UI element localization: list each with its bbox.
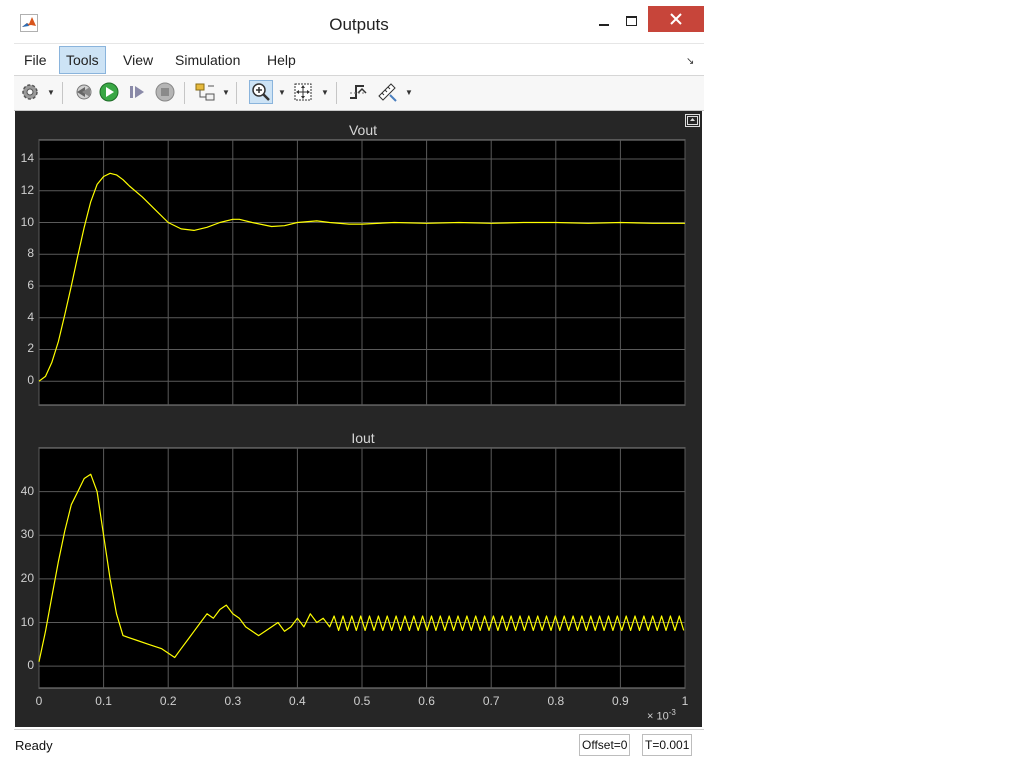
triggers-icon[interactable] (347, 81, 369, 103)
vout-ytick-label: 4 (27, 309, 34, 324)
vout-title: Vout (348, 122, 378, 138)
iout-xtick-label: 0.8 (547, 694, 565, 708)
menu-overflow-icon[interactable]: ↘ (686, 56, 694, 67)
scope-display: Vout Iout 0 2 4 6 8 10 12 14 0 0.1 0.2 0.3 0.4 0.5 0.6… (15, 111, 702, 727)
iout-ytick-label: 10 (20, 614, 34, 629)
iout-xtick-label: 0.3 (224, 694, 242, 708)
title-bar[interactable]: Outputs (14, 5, 704, 43)
fit-to-view-icon[interactable] (292, 81, 314, 103)
scope-window: Outputs File Tools View Simulation Help … (14, 5, 704, 759)
maximize-button[interactable] (618, 9, 646, 35)
settings-dropdown-icon[interactable]: ▼ (47, 88, 55, 97)
toolbar-separator (336, 82, 337, 104)
vout-ytick-label: 0 (27, 373, 34, 388)
vout-ytick-label: 6 (27, 277, 34, 292)
iout-xtick-label: 1 (681, 694, 689, 708)
plots-canvas[interactable] (15, 111, 702, 727)
settings-icon[interactable] (19, 81, 41, 103)
measurements-icon[interactable] (376, 81, 398, 103)
stop-icon[interactable] (154, 81, 176, 103)
x-exponent-label: × 10-3 (647, 708, 676, 723)
iout-xtick-label: 0 (35, 694, 43, 708)
iout-title: Iout (351, 430, 375, 446)
undock-icon (687, 116, 698, 125)
vout-ytick-label: 14 (20, 151, 34, 166)
signal-select-icon[interactable] (194, 81, 216, 103)
menu-file[interactable]: File (18, 46, 53, 74)
iout-xtick-label: 0.5 (353, 694, 371, 708)
iout-ytick-label: 20 (20, 570, 34, 585)
toolbar: ▼ ▼ ▼ ▼ ▼ (14, 75, 704, 111)
zoom-in-icon[interactable] (249, 80, 273, 104)
menu-tools[interactable]: Tools (59, 46, 106, 74)
vout-ytick-label: 10 (20, 214, 34, 229)
vout-ytick-label: 2 (27, 341, 34, 356)
menu-simulation[interactable]: Simulation (169, 46, 246, 74)
toolbar-separator (236, 82, 237, 104)
toolbar-separator (184, 82, 185, 104)
zoom-dropdown-icon[interactable]: ▼ (278, 88, 286, 97)
run-icon[interactable] (98, 81, 120, 103)
status-bar: Ready Offset=0 T=0.001 (14, 729, 704, 760)
iout-xtick-label: 0.9 (612, 694, 629, 708)
close-icon (670, 13, 682, 25)
minimize-button[interactable] (591, 9, 617, 35)
toolbar-separator (62, 82, 63, 104)
fit-dropdown-icon[interactable]: ▼ (321, 88, 329, 97)
time-readout: T=0.001 (642, 734, 693, 756)
iout-xtick-label: 0.7 (482, 694, 500, 708)
vout-ytick-label: 12 (20, 182, 34, 197)
measurements-dropdown-icon[interactable]: ▼ (405, 88, 413, 97)
menu-bar: File Tools View Simulation Help ↘ (14, 43, 704, 76)
iout-xtick-label: 0.6 (418, 694, 435, 708)
iout-xtick-label: 0.4 (289, 694, 306, 708)
close-button[interactable] (648, 6, 704, 32)
iout-ytick-label: 0 (27, 658, 34, 673)
undock-button[interactable] (685, 114, 700, 127)
iout-ytick-label: 40 (20, 483, 34, 498)
iout-xtick-label: 0.1 (95, 694, 112, 708)
iout-xtick-label: 0.2 (159, 694, 177, 708)
menu-view[interactable]: View (117, 46, 159, 74)
iout-ytick-label: 30 (20, 527, 34, 542)
status-text: Ready (15, 738, 53, 753)
offset-readout: Offset=0 (579, 734, 631, 756)
signal-select-dropdown-icon[interactable]: ▼ (222, 88, 230, 97)
step-back-icon[interactable] (72, 81, 94, 103)
vout-ytick-label: 8 (27, 246, 34, 261)
menu-help[interactable]: Help (261, 46, 302, 74)
step-forward-icon[interactable] (126, 81, 148, 103)
